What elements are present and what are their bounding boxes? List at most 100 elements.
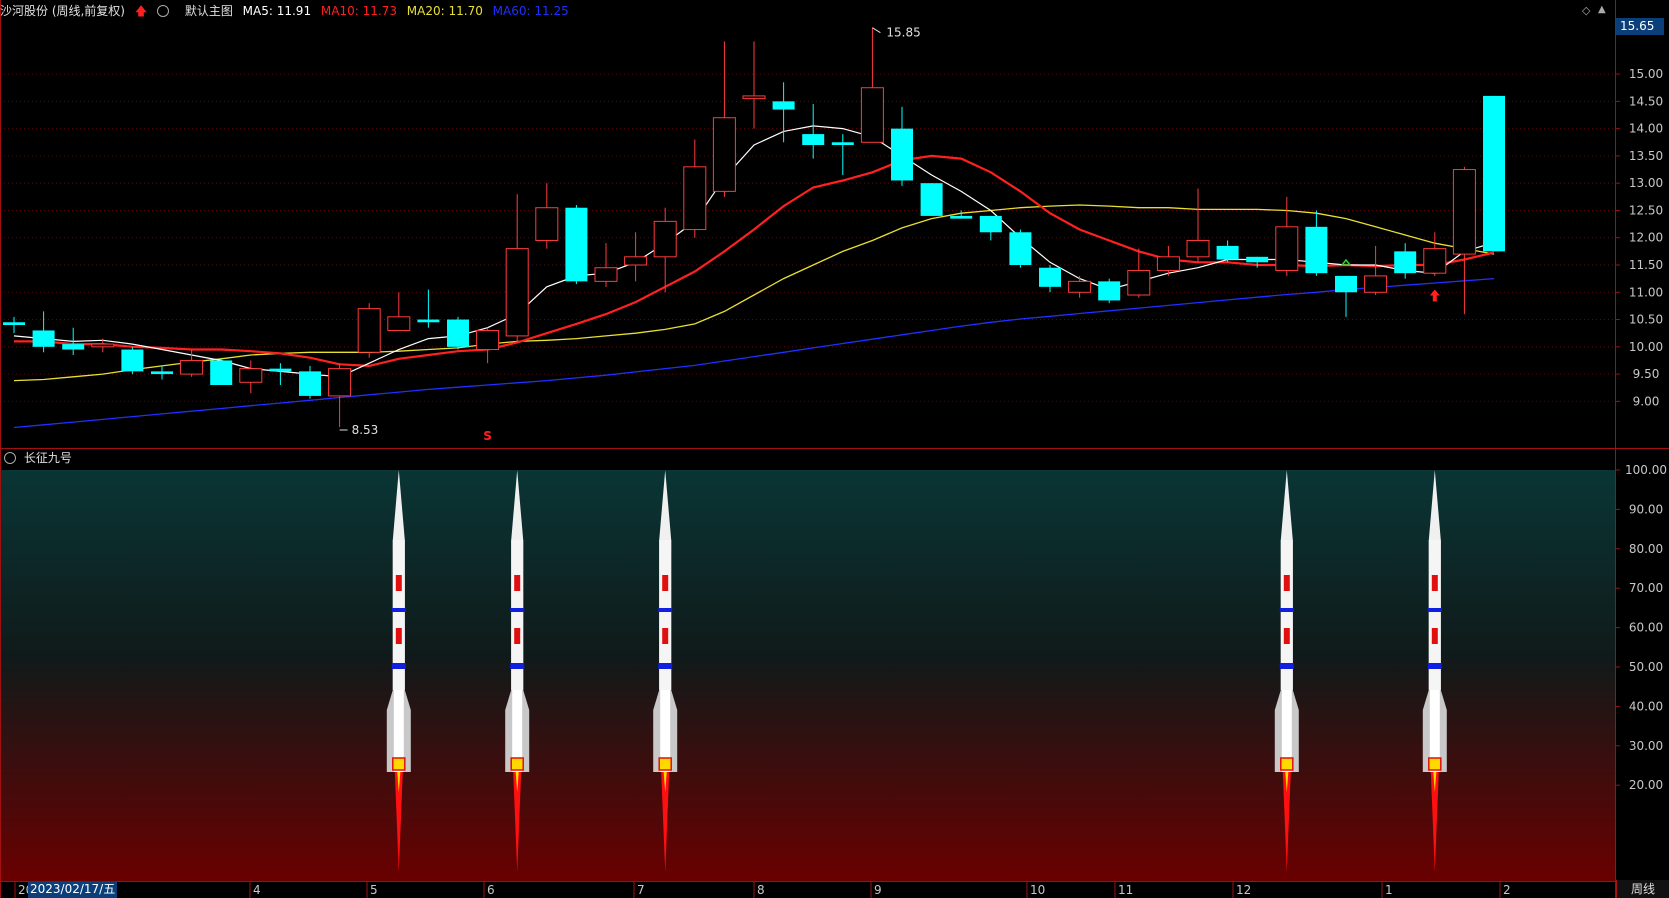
candle-body bbox=[1186, 239, 1210, 258]
candle-body bbox=[891, 128, 913, 181]
candle bbox=[151, 365, 173, 380]
price-tick-label: 14.50 bbox=[1629, 94, 1663, 108]
diamond-icon[interactable]: ◇ bbox=[1582, 4, 1590, 17]
rocket-engine bbox=[1428, 757, 1442, 771]
sub-axis-ticks: 100.00 90.00 80.00 70.00 60.00 50.00 40.00 30.0… bbox=[1615, 463, 1667, 792]
candle-body bbox=[1364, 275, 1388, 293]
rocket-engine bbox=[1280, 757, 1294, 771]
candle bbox=[1127, 248, 1151, 298]
candle bbox=[1483, 95, 1505, 252]
candle-body bbox=[1335, 275, 1357, 293]
header-bar: 沙河股份 (周线,前复权) 🡅 默认主图 MA5: 11.91 MA10: 11… bbox=[0, 0, 1615, 22]
sub-panel-title-bar: 长征九号 bbox=[0, 449, 72, 467]
rocket-blue-band bbox=[391, 608, 406, 612]
candle-body bbox=[505, 248, 529, 337]
sub-panel-background bbox=[1, 470, 1615, 882]
candle-body bbox=[624, 256, 648, 266]
indicator-tick-label: 70.00 bbox=[1629, 581, 1663, 595]
price-tick-label: 9.00 bbox=[1633, 394, 1660, 408]
candle-body bbox=[831, 142, 854, 145]
main-grid bbox=[0, 73, 1615, 402]
candle bbox=[32, 311, 55, 353]
candle bbox=[447, 316, 469, 350]
rocket-red-mark bbox=[1431, 628, 1438, 644]
rocket-red-mark bbox=[395, 575, 402, 591]
candle-body bbox=[387, 316, 411, 331]
candle bbox=[920, 183, 943, 216]
rocket-blue-band bbox=[658, 663, 673, 669]
candles bbox=[3, 27, 1505, 427]
rocket-red-mark bbox=[662, 628, 669, 644]
rocket-red-mark bbox=[662, 575, 669, 591]
indicator-tick-label: 90.00 bbox=[1629, 502, 1663, 516]
x-axis-label: 9 bbox=[874, 883, 882, 897]
indicator-tick-label: 100.00 bbox=[1625, 463, 1667, 477]
candle bbox=[505, 194, 529, 342]
indicator-tick-label: 20.00 bbox=[1629, 778, 1663, 792]
rocket-red-mark bbox=[514, 628, 521, 644]
candle-body bbox=[32, 330, 55, 347]
high-label: 15.85 bbox=[886, 26, 920, 40]
rocket-blue-band bbox=[510, 608, 525, 612]
candle-body bbox=[357, 308, 381, 353]
chart-canvas[interactable]: 15.00 14.50 14.00 13.50 13.00 12.50 12.00 11.50… bbox=[0, 0, 1669, 898]
period-selector[interactable]: 周线 bbox=[1616, 880, 1669, 898]
chevron-down-icon[interactable] bbox=[157, 0, 175, 22]
candle bbox=[535, 183, 559, 249]
candle-body bbox=[860, 87, 884, 143]
candle-body bbox=[1156, 256, 1180, 271]
candle-body bbox=[1305, 226, 1328, 274]
candle bbox=[860, 27, 884, 143]
indicator-tick-label: 80.00 bbox=[1629, 542, 1663, 556]
price-tick-label: 13.00 bbox=[1629, 176, 1663, 190]
candle bbox=[1186, 188, 1210, 263]
candle-body bbox=[151, 371, 173, 375]
candle bbox=[712, 41, 736, 197]
main-chart-selector[interactable]: 默认主图 bbox=[185, 0, 233, 22]
rocket-blue-band bbox=[1427, 663, 1442, 669]
sub-panel-title[interactable]: 长征九号 bbox=[24, 451, 72, 465]
ma60-line bbox=[13, 277, 1495, 429]
x-axis-label: 7 bbox=[637, 883, 645, 897]
up-arrow-signal-icon bbox=[1429, 289, 1440, 302]
candle bbox=[683, 139, 707, 238]
x-axis-label: 10 bbox=[1030, 883, 1045, 897]
candle bbox=[1216, 240, 1239, 263]
ma60-value: MA60: 11.25 bbox=[492, 4, 569, 18]
cursor-date-tag: 2023/02/17/五 bbox=[28, 881, 118, 898]
candle bbox=[1275, 196, 1299, 276]
candle-body bbox=[239, 368, 263, 383]
x-axis: 20 4 5 6 7 8 9 10 11 12 1 2 bbox=[14, 881, 1511, 898]
price-tick-label: 13.50 bbox=[1629, 149, 1663, 163]
candle bbox=[357, 303, 381, 358]
candle-body bbox=[565, 207, 588, 282]
candle-body bbox=[447, 319, 469, 347]
candle bbox=[653, 207, 677, 293]
price-tick-label: 10.50 bbox=[1629, 313, 1663, 327]
candle-body bbox=[328, 368, 352, 397]
candle-body bbox=[1483, 95, 1505, 252]
stock-title[interactable]: 沙河股份 (周线,前复权) bbox=[0, 0, 125, 22]
candle bbox=[1009, 229, 1032, 268]
s-signal-label: S bbox=[483, 429, 492, 443]
candle bbox=[387, 292, 411, 331]
up-arrow-icon[interactable]: 🡅 bbox=[135, 0, 147, 22]
candle bbox=[594, 243, 618, 287]
chevron-down-icon[interactable] bbox=[4, 451, 16, 465]
x-axis-label: 12 bbox=[1236, 883, 1251, 897]
candle bbox=[1098, 278, 1121, 304]
candle-body bbox=[1394, 251, 1417, 274]
candle-body bbox=[535, 207, 559, 241]
scroll-up-icon[interactable]: ▲ bbox=[1598, 4, 1606, 15]
x-axis-label: 8 bbox=[757, 883, 765, 897]
candle bbox=[565, 205, 588, 285]
ma10-value: MA10: 11.73 bbox=[320, 4, 397, 18]
candle bbox=[239, 360, 263, 394]
candle-body bbox=[979, 215, 1002, 233]
candle-body bbox=[91, 343, 115, 348]
candle bbox=[417, 289, 440, 328]
candle bbox=[1364, 245, 1388, 295]
candle bbox=[1305, 210, 1328, 276]
indicator-tick-label: 60.00 bbox=[1629, 621, 1663, 635]
candle bbox=[210, 357, 233, 385]
